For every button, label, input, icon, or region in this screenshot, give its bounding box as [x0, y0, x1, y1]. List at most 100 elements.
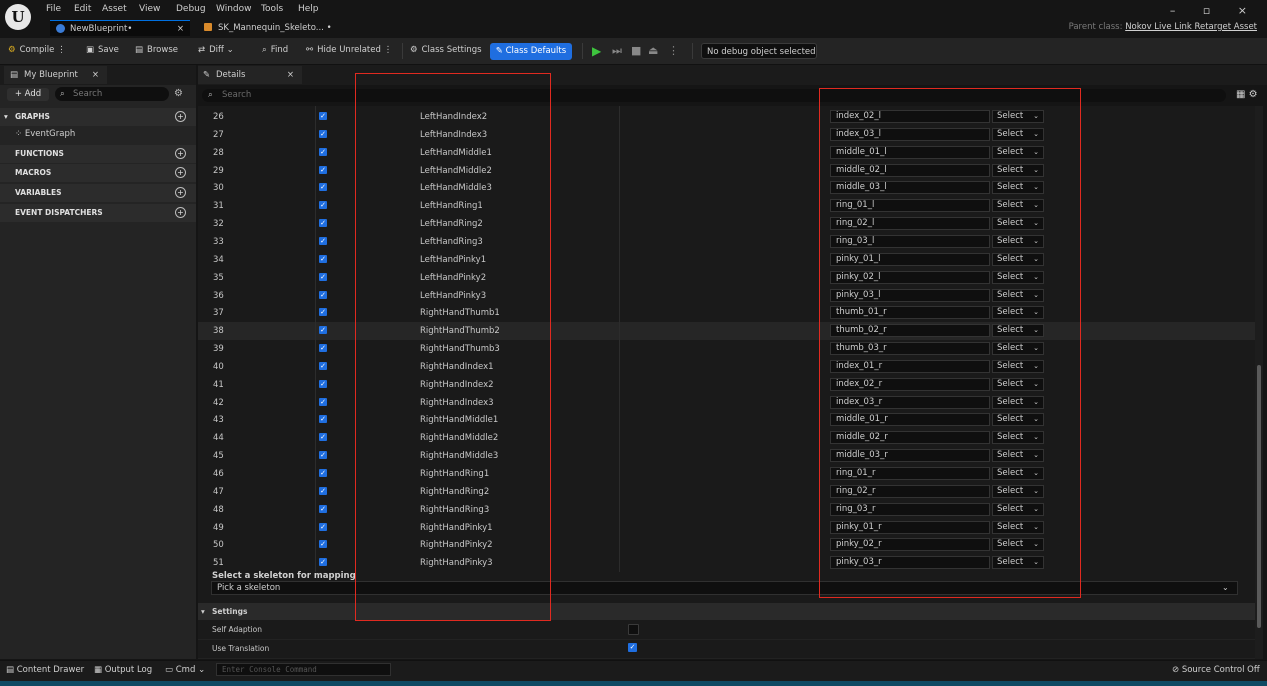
hide-unrelated-icon: ⚯ — [306, 45, 314, 55]
more-icon[interactable]: ⋮ — [384, 45, 393, 55]
eject-icon[interactable]: ⏏ — [648, 44, 658, 57]
row-index: 31 — [213, 201, 224, 212]
setting-use-translation: Use Translation ✓ — [198, 640, 1255, 659]
gear-icon[interactable]: ⚙ — [174, 88, 183, 99]
content-drawer-button[interactable]: ▤ Content Drawer — [6, 665, 84, 675]
window-controls[interactable]: – ▫ × — [1170, 4, 1259, 17]
debug-object-select[interactable]: No debug object selected ⌄ — [701, 43, 817, 73]
row-index: 34 — [213, 254, 224, 265]
row-checkbox[interactable]: ✓ — [319, 504, 327, 513]
section-functions[interactable]: FUNCTIONS + — [0, 145, 196, 163]
self-adaption-checkbox[interactable] — [628, 624, 639, 635]
use-translation-checkbox[interactable]: ✓ — [628, 643, 637, 652]
row-index: 48 — [213, 504, 224, 515]
add-macro-icon[interactable]: + — [175, 167, 186, 178]
more-icon[interactable]: ⋮ — [668, 44, 679, 57]
save-button[interactable]: ▣ Save — [86, 45, 119, 55]
step-icon[interactable]: ⏭ — [612, 44, 622, 58]
row-checkbox[interactable]: ✓ — [319, 254, 327, 263]
row-checkbox[interactable]: ✓ — [319, 379, 327, 388]
menu-window[interactable]: Window — [216, 4, 252, 14]
row-checkbox[interactable]: ✓ — [319, 344, 327, 353]
row-checkbox[interactable]: ✓ — [319, 129, 327, 138]
row-checkbox[interactable]: ✓ — [319, 361, 327, 370]
row-index: 45 — [213, 451, 224, 462]
tab-label: Details — [216, 70, 246, 80]
row-checkbox[interactable]: ✓ — [319, 165, 327, 174]
row-checkbox[interactable]: ✓ — [319, 540, 327, 549]
diff-button[interactable]: ⇄ Diff ⌄ — [198, 45, 234, 55]
section-graphs[interactable]: ▾ GRAPHS + — [0, 108, 196, 126]
section-macros[interactable]: MACROS + — [0, 164, 196, 182]
tab-newblueprint[interactable]: NewBlueprint• × — [50, 20, 190, 36]
add-graph-icon[interactable]: + — [175, 111, 186, 122]
tab-skeleton[interactable]: SK_Mannequin_Skeleto... • — [198, 20, 338, 36]
menu-help[interactable]: Help — [298, 4, 319, 14]
more-icon[interactable]: ⋮ — [57, 45, 66, 55]
row-checkbox[interactable]: ✓ — [319, 308, 327, 317]
class-settings-button[interactable]: ⚙ Class Settings — [410, 45, 482, 55]
browse-button[interactable]: ▤ Browse — [135, 45, 178, 55]
row-checkbox[interactable]: ✓ — [319, 219, 327, 228]
section-event-dispatchers[interactable]: EVENT DISPATCHERS + — [0, 204, 196, 222]
menu-debug[interactable]: Debug — [176, 4, 206, 14]
source-control-button[interactable]: ⊘ Source Control Off — [1172, 665, 1260, 675]
section-label: EVENT DISPATCHERS — [15, 208, 103, 217]
menu-asset[interactable]: Asset — [102, 4, 127, 14]
menu-file[interactable]: File — [46, 4, 61, 14]
row-checkbox[interactable]: ✓ — [319, 272, 327, 281]
play-icon[interactable]: ▶ — [592, 44, 601, 58]
details-scrollbar-thumb[interactable] — [1257, 365, 1261, 628]
row-checkbox[interactable]: ✓ — [319, 236, 327, 245]
row-index: 42 — [213, 397, 224, 408]
row-checkbox[interactable]: ✓ — [319, 326, 327, 335]
blueprint-search-input[interactable]: ⌕ Search — [55, 87, 169, 101]
close-icon[interactable]: × — [287, 66, 294, 84]
close-icon[interactable]: × — [92, 66, 99, 84]
row-checkbox[interactable]: ✓ — [319, 415, 327, 424]
content-drawer-label: Content Drawer — [16, 665, 85, 675]
eventgraph-item[interactable]: ⁘ EventGraph — [15, 129, 75, 139]
details-view-options[interactable]: ▦ ⚙ — [1236, 89, 1258, 100]
row-checkbox[interactable]: ✓ — [319, 522, 327, 531]
menu-tools[interactable]: Tools — [261, 4, 283, 14]
compile-button[interactable]: ⚙ Compile ⋮ — [8, 45, 66, 55]
row-checkbox[interactable]: ✓ — [319, 112, 327, 120]
add-variable-icon[interactable]: + — [175, 187, 186, 198]
row-checkbox[interactable]: ✓ — [319, 397, 327, 406]
toolbar-divider — [582, 43, 583, 59]
class-defaults-button[interactable]: ✎ Class Defaults — [490, 43, 572, 60]
row-checkbox[interactable]: ✓ — [319, 558, 327, 567]
add-dispatcher-icon[interactable]: + — [175, 207, 186, 218]
find-button[interactable]: ⌕ Find — [262, 45, 288, 55]
section-variables[interactable]: VARIABLES + — [0, 184, 196, 202]
row-checkbox[interactable]: ✓ — [319, 451, 327, 460]
add-function-icon[interactable]: + — [175, 148, 186, 159]
taskbar-strip — [0, 681, 1267, 686]
stop-icon[interactable]: ■ — [631, 44, 641, 57]
row-checkbox[interactable]: ✓ — [319, 486, 327, 495]
close-icon[interactable]: × — [177, 21, 184, 37]
menu-edit[interactable]: Edit — [74, 4, 91, 14]
tab-my-blueprint[interactable]: ▤ My Blueprint × — [4, 66, 107, 84]
row-checkbox[interactable]: ✓ — [319, 201, 327, 210]
tab-details[interactable]: ✎ Details × — [198, 66, 302, 84]
diff-icon: ⇄ — [198, 45, 206, 55]
row-index: 43 — [213, 415, 224, 426]
row-checkbox[interactable]: ✓ — [319, 433, 327, 442]
cmd-button[interactable]: ▭ Cmd ⌄ — [165, 665, 205, 675]
row-index: 35 — [213, 272, 224, 283]
row-checkbox[interactable]: ✓ — [319, 469, 327, 477]
row-checkbox[interactable]: ✓ — [319, 290, 327, 299]
unreal-logo-icon[interactable]: U — [5, 4, 31, 30]
hide-unrelated-button[interactable]: ⚯ Hide Unrelated ⋮ — [306, 45, 392, 55]
row-checkbox[interactable]: ✓ — [319, 183, 327, 192]
row-checkbox[interactable]: ✓ — [319, 147, 327, 156]
grid-icon[interactable]: ▦ — [1236, 89, 1245, 100]
add-button[interactable]: + Add — [7, 88, 49, 101]
parent-class-link[interactable]: Nokov Live Link Retarget Asset — [1125, 22, 1257, 32]
gear-icon[interactable]: ⚙ — [1249, 89, 1258, 100]
console-command-input[interactable]: Enter Console Command — [216, 663, 391, 676]
output-log-button[interactable]: ▦ Output Log — [94, 665, 152, 675]
menu-view[interactable]: View — [139, 4, 160, 14]
